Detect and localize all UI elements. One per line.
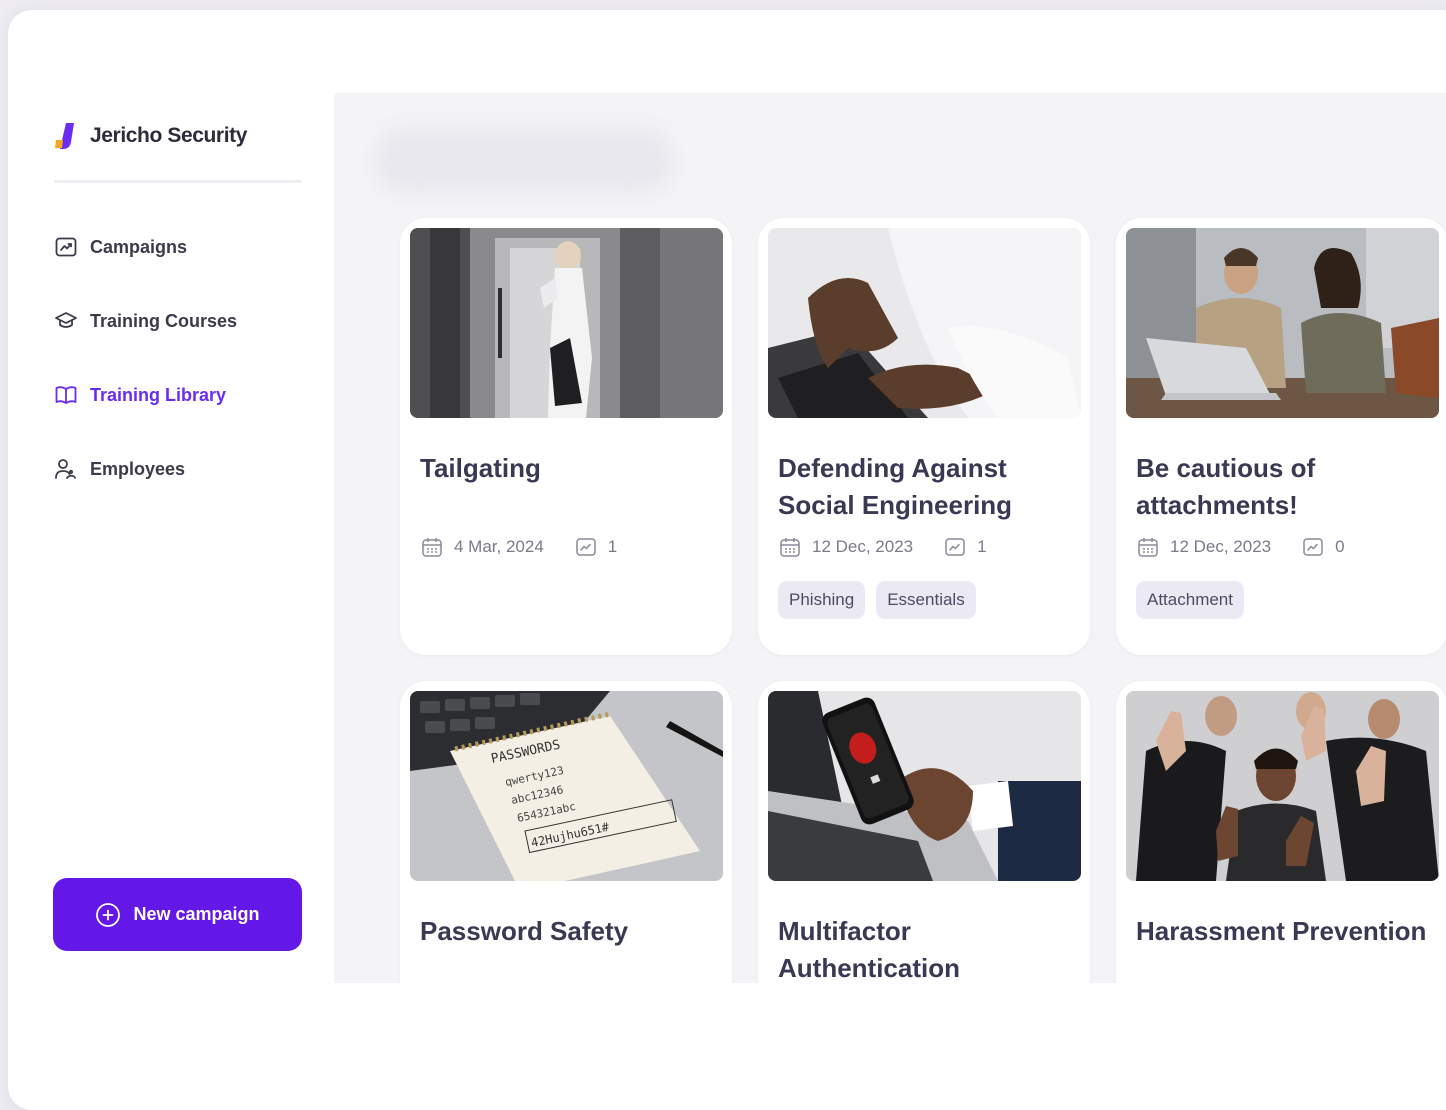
users-icon	[54, 457, 78, 481]
course-date: 4 Mar, 2024	[454, 537, 544, 556]
sidebar-item-label: Employees	[90, 458, 186, 479]
app-window: Jericho Security Campaigns Training Cour…	[8, 10, 1446, 1110]
book-icon	[54, 383, 78, 407]
sidebar-item-label: Training Library	[90, 384, 227, 405]
course-thumbnail	[1126, 228, 1439, 418]
jericho-logo-icon	[55, 123, 74, 149]
course-date: 12 Dec, 2023	[812, 537, 914, 556]
tag-list: Phishing Essentials	[778, 581, 976, 619]
course-card-harassment-prevention[interactable]: Harassment Prevention	[1116, 681, 1446, 983]
sidebar-item-label: Campaigns	[90, 236, 188, 257]
course-card-tailgating[interactable]: Tailgating 4 Mar, 2024 1	[400, 218, 732, 655]
course-thumbnail	[768, 691, 1081, 881]
colleagues-at-laptop-photo	[1126, 228, 1439, 418]
trend-chart-icon	[574, 535, 598, 559]
hands-typing-laptop-photo	[768, 228, 1081, 418]
trend-chart-icon	[1301, 535, 1325, 559]
campaign-count: 0	[1335, 537, 1345, 556]
course-thumbnail	[410, 228, 723, 418]
course-title: Multifactor Authentication	[778, 916, 960, 983]
notepad-passwords-photo: PASSWORDS qwerty123 abc12346 654321abc 4…	[410, 691, 723, 881]
calendar-icon	[420, 535, 444, 559]
plus-circle-icon	[95, 902, 121, 928]
sidebar-divider	[54, 180, 302, 183]
course-thumbnail: PASSWORDS qwerty123 abc12346 654321abc 4…	[410, 691, 723, 881]
trend-chart-icon	[54, 235, 78, 259]
course-title: Harassment Prevention	[1136, 916, 1427, 946]
new-campaign-button[interactable]: New campaign	[53, 878, 302, 951]
tag[interactable]: Essentials	[876, 581, 976, 619]
course-card-password-safety[interactable]: PASSWORDS qwerty123 abc12346 654321abc 4…	[400, 681, 732, 983]
sidebar-item-employees[interactable]: Employees	[54, 450, 237, 488]
course-date: 12 Dec, 2023	[1170, 537, 1272, 556]
sidebar: Jericho Security Campaigns Training Cour…	[8, 10, 334, 1110]
sidebar-item-label: Training Courses	[90, 310, 238, 331]
new-campaign-label: New campaign	[133, 904, 260, 924]
trend-chart-icon	[943, 535, 967, 559]
blurred-header	[374, 129, 674, 193]
sidebar-item-training-library[interactable]: Training Library	[54, 376, 237, 414]
course-thumbnail	[768, 228, 1081, 418]
course-title: Password Safety	[420, 916, 629, 946]
people-hands-raised-photo	[1126, 691, 1439, 881]
course-card-attachments[interactable]: Be cautious of attachments! 12 Dec, 2023…	[1116, 218, 1446, 655]
course-meta: 12 Dec, 2023 0	[1136, 535, 1345, 559]
course-card-mfa[interactable]: Multifactor Authentication	[758, 681, 1090, 983]
course-thumbnail	[1126, 691, 1439, 881]
calendar-icon	[1136, 535, 1160, 559]
course-meta: 12 Dec, 2023 1	[778, 535, 987, 559]
tag[interactable]: Attachment	[1136, 581, 1244, 619]
graduation-cap-icon	[54, 309, 78, 333]
training-library-content: Tailgating 4 Mar, 2024 1 Defending Again…	[334, 93, 1446, 983]
campaign-count: 1	[977, 537, 987, 556]
calendar-icon	[778, 535, 802, 559]
course-card-social-engineering[interactable]: Defending Against Social Engineering 12 …	[758, 218, 1090, 655]
person-entering-door-photo	[410, 228, 723, 418]
course-title: Be cautious of attachments!	[1136, 453, 1316, 520]
sidebar-nav: Campaigns Training Courses Training Libr…	[54, 228, 237, 524]
brand-name: Jericho Security	[90, 124, 248, 147]
tag[interactable]: Phishing	[778, 581, 866, 619]
brand[interactable]: Jericho Security	[54, 122, 247, 150]
sidebar-item-campaigns[interactable]: Campaigns	[54, 228, 237, 266]
phone-fingerprint-photo	[768, 691, 1081, 881]
course-title: Defending Against Social Engineering	[778, 453, 1013, 520]
course-title: Tailgating	[420, 453, 541, 483]
tag-list: Attachment	[1136, 581, 1244, 619]
campaign-count: 1	[607, 537, 618, 556]
course-meta: 4 Mar, 2024 1	[420, 535, 617, 559]
sidebar-item-training-courses[interactable]: Training Courses	[54, 302, 237, 340]
